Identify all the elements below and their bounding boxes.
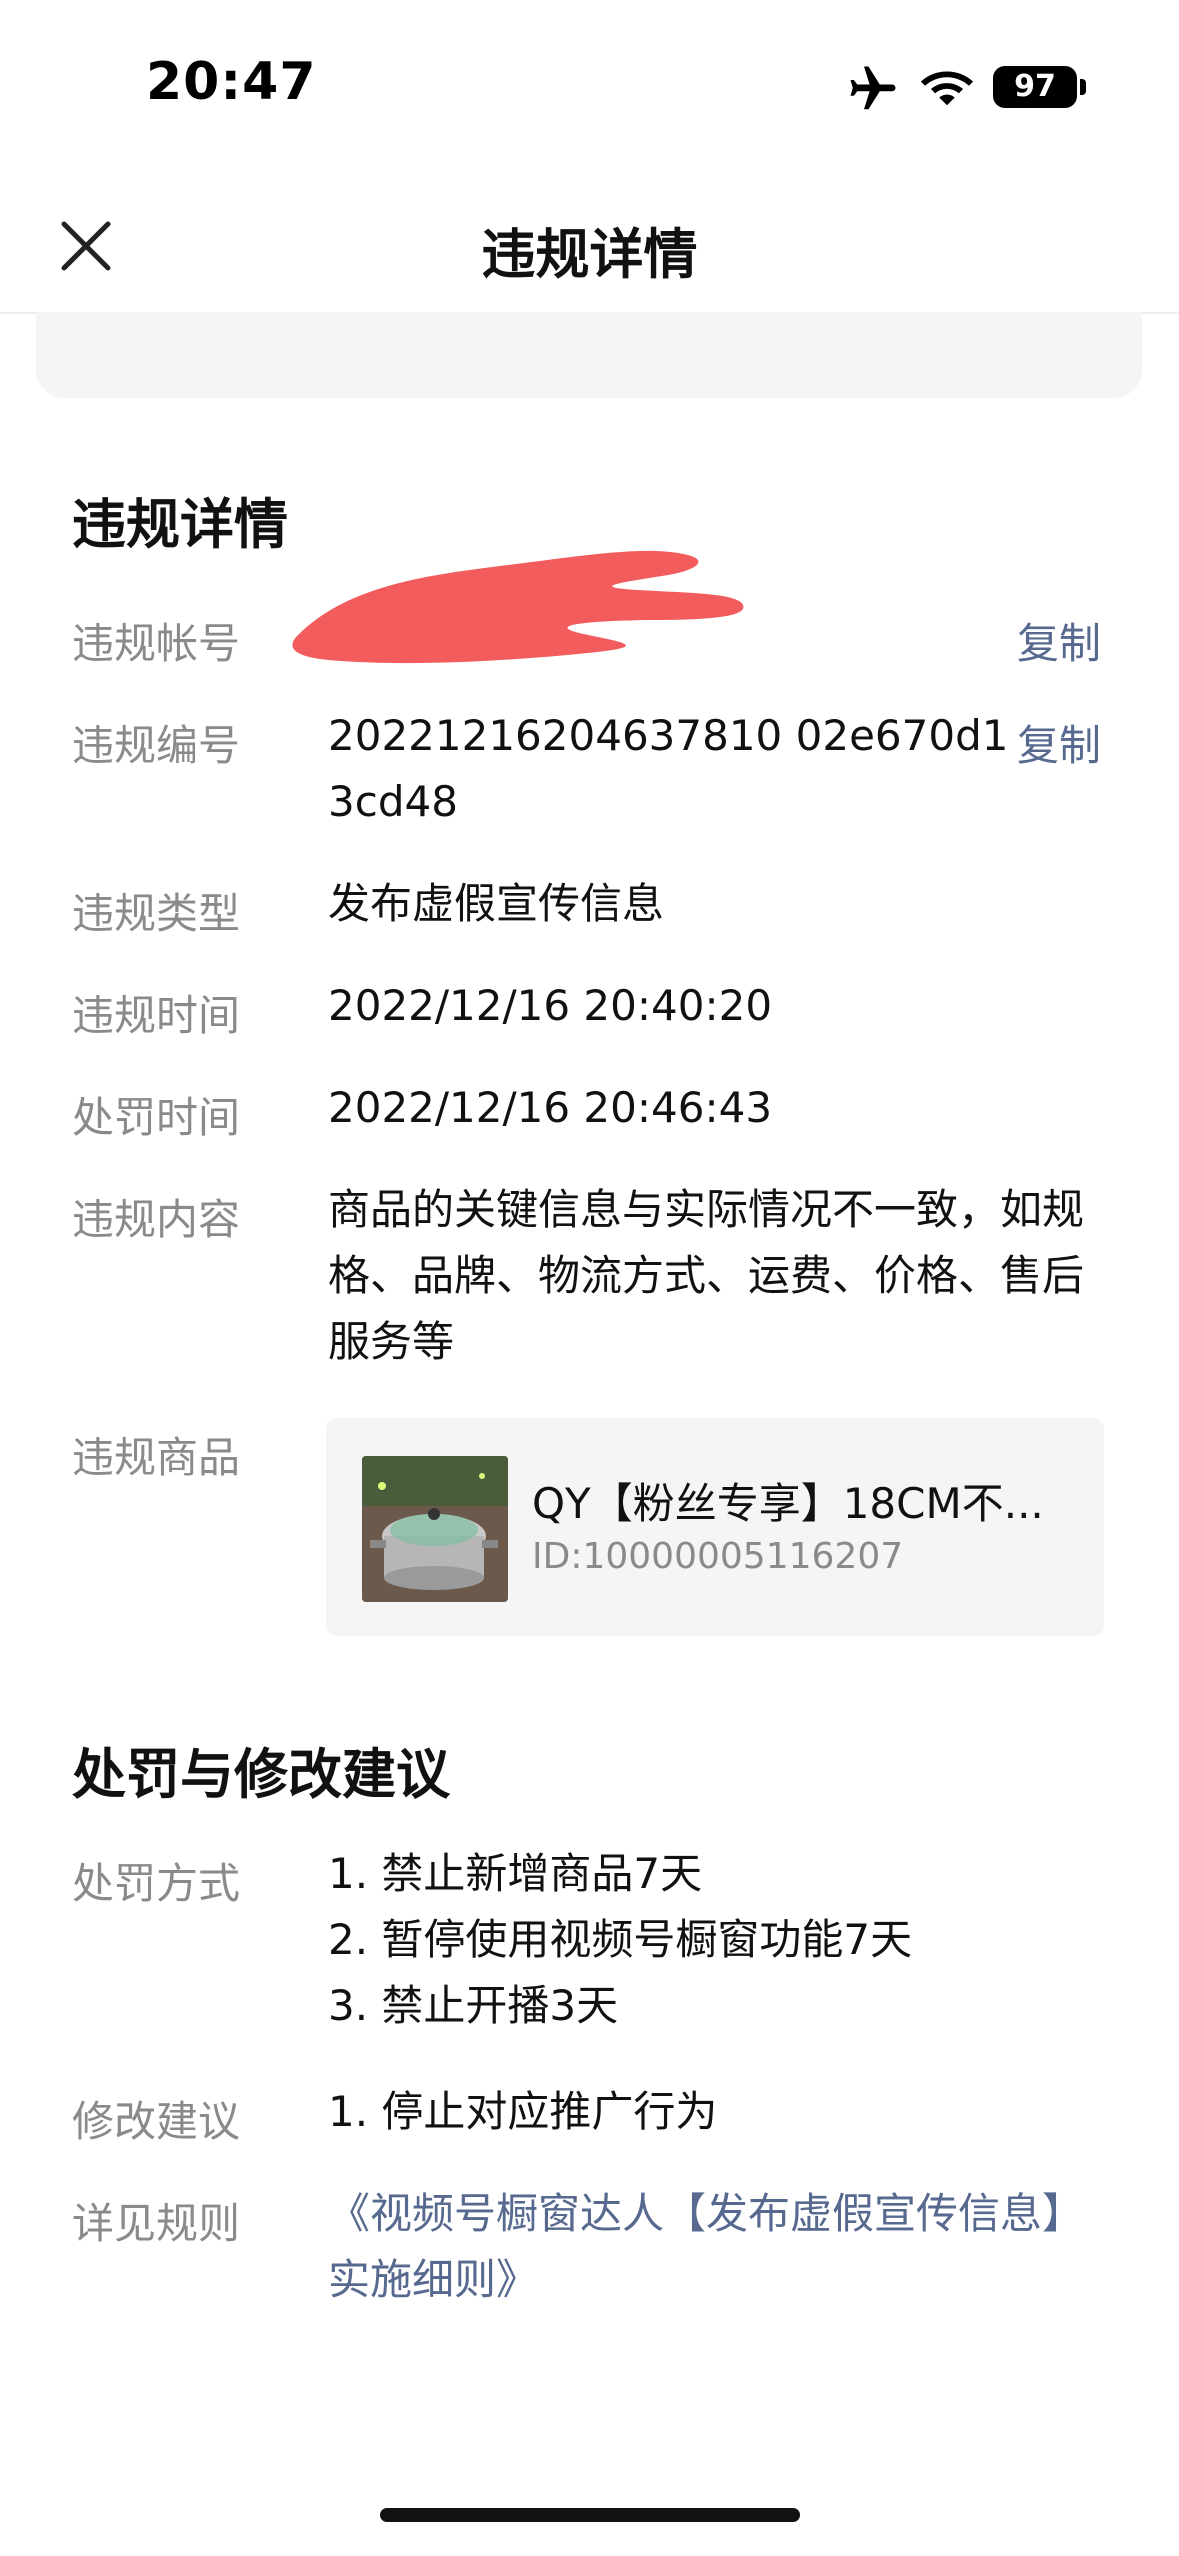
violation-number: 20221216204637810 02e670d13cd48 [328,711,1009,826]
nav-bar: 违规详情 [0,180,1179,314]
content-label: 违规内容 [72,1195,241,1244]
number-label: 违规编号 [72,721,241,770]
rule-label: 详见规则 [72,2199,241,2248]
battery-nub [1080,79,1086,95]
copy-number-button[interactable]: 复制 [1017,712,1101,773]
airplane-icon [850,66,896,110]
product-name: QY【粉丝专享】18CM不... [532,1479,1044,1528]
penalty-time-label: 处罚时间 [72,1093,241,1142]
wifi-icon [920,71,974,106]
copy-account-button[interactable]: 复制 [1017,610,1101,671]
summary-card [36,312,1142,398]
redaction-scribble [292,550,744,664]
status-bar: 20:47 97 [0,0,1179,150]
violation-section-title: 违规详情 [72,493,288,556]
penalty-time: 2022/12/16 20:46:43 [328,1083,773,1132]
home-indicator[interactable] [380,2508,800,2522]
battery-icon: 97 [993,66,1077,108]
penalty-method-item: 3. 禁止开播3天 [328,1981,619,2030]
penalty-methods: 1. 禁止新增商品7天 2. 暂停使用视频号橱窗功能7天 3. 禁止开播3天 [328,1841,1108,2039]
type-label: 违规类型 [72,889,241,938]
method-label: 处罚方式 [72,1859,241,1908]
page-title: 违规详情 [481,223,698,286]
penalty-section-title: 处罚与修改建议 [72,1743,450,1806]
product-thumbnail [362,1456,508,1602]
product-label: 违规商品 [72,1433,241,1482]
product-id: ID:10000005116207 [532,1536,904,1577]
violation-type: 发布虚假宣传信息 [328,879,665,928]
product-card[interactable]: QY【粉丝专享】18CM不... ID:10000005116207 [326,1418,1104,1636]
penalty-method-item: 1. 禁止新增商品7天 [328,1849,703,1898]
rule-link[interactable]: 《视频号橱窗达人【发布虚假宣传信息】实施细则》 [328,2181,1104,2313]
violation-content: 商品的关键信息与实际情况不一致，如规格、品牌、物流方式、运费、价格、售后服务等 [328,1185,1085,1366]
time-label: 违规时间 [72,991,241,1040]
penalty-method-item: 2. 暂停使用视频号橱窗功能7天 [328,1915,913,1964]
status-time: 20:47 [146,52,317,112]
account-label: 违规帐号 [72,619,241,668]
suggestion-value: 1. 停止对应推广行为 [328,2087,718,2136]
violation-time: 2022/12/16 20:40:20 [328,981,773,1030]
suggestion-label: 修改建议 [72,2097,241,2146]
pot-image [362,1456,508,1602]
